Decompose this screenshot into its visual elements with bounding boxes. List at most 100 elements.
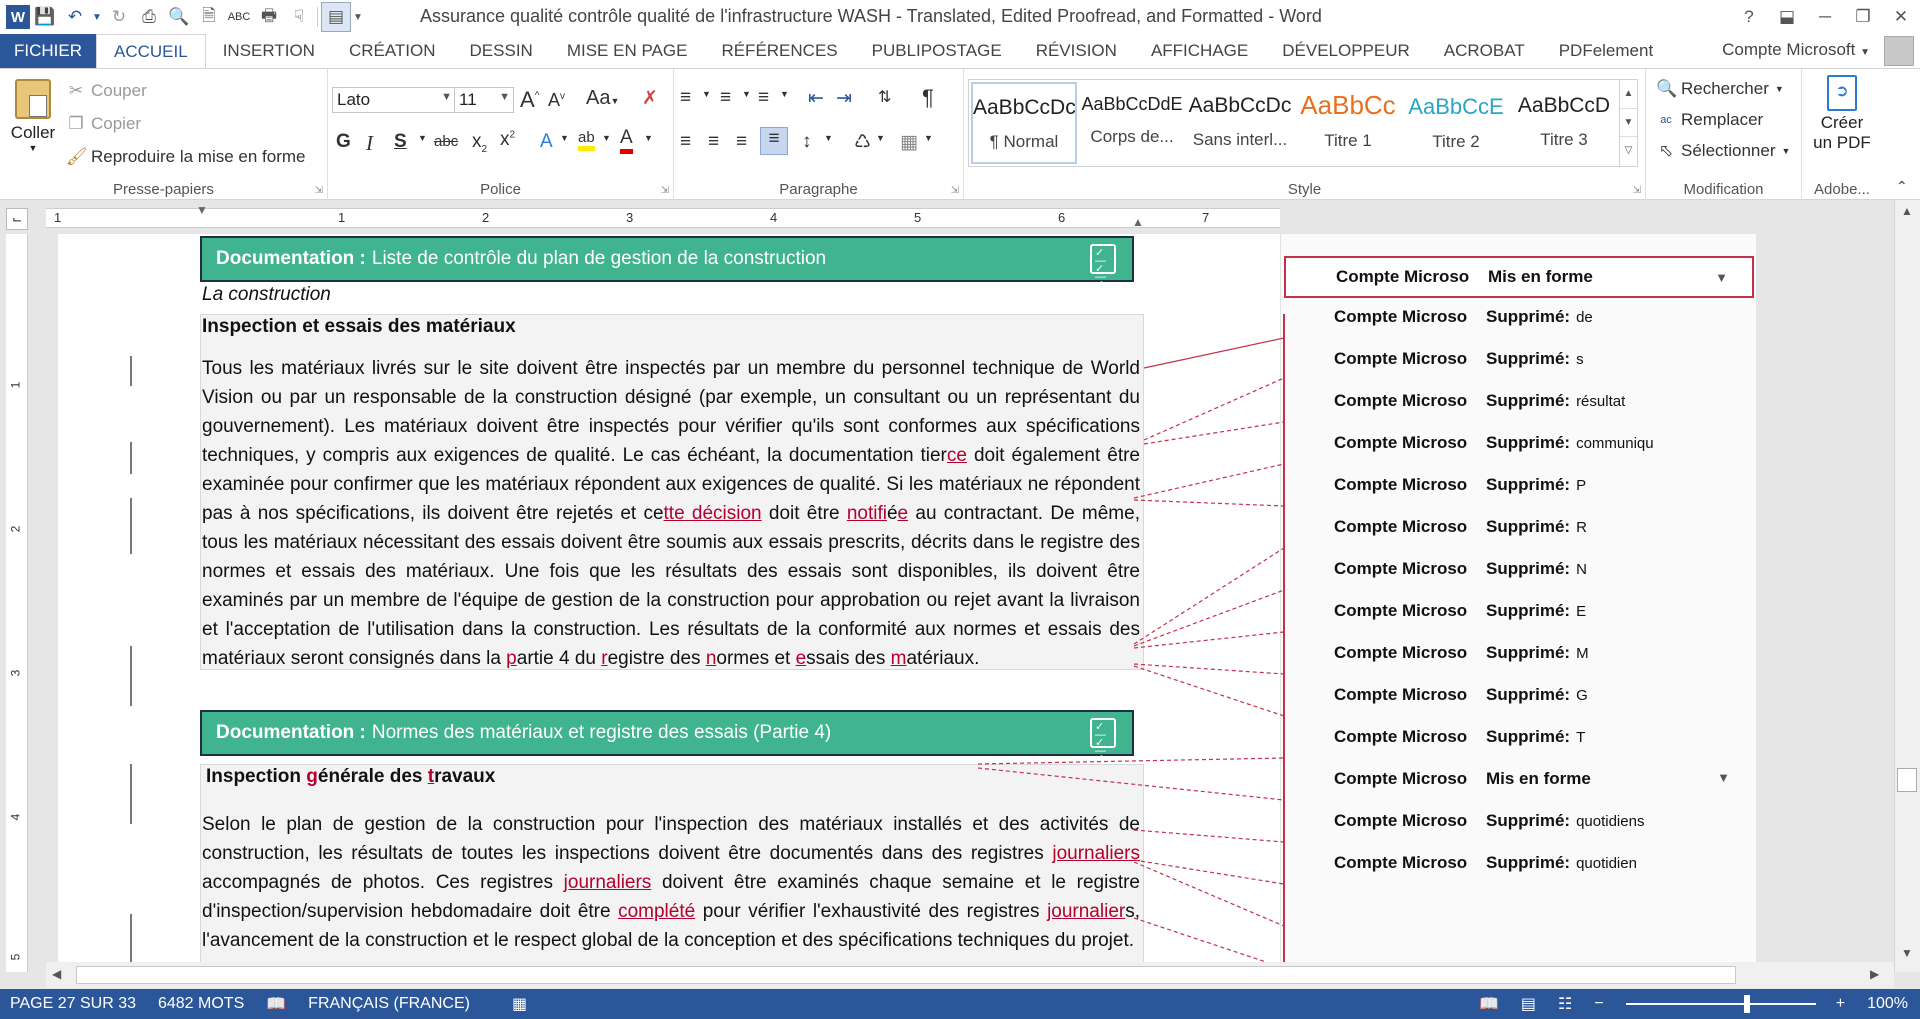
touch-mode-icon[interactable]: ☟ bbox=[284, 2, 314, 32]
subscript-icon[interactable]: x2 bbox=[472, 131, 487, 155]
chevron-down-icon[interactable]: ▼ bbox=[824, 133, 833, 143]
style-heading-1[interactable]: AaBbCc Titre 1 bbox=[1295, 82, 1401, 164]
revision-balloon[interactable]: Compte Microso Supprimé: s bbox=[1284, 338, 1754, 380]
help-button[interactable]: ? bbox=[1730, 0, 1768, 34]
revision-balloon[interactable]: Compte Microso Supprimé: résultat bbox=[1284, 380, 1754, 422]
tab-publipostage[interactable]: PUBLIPOSTAGE bbox=[855, 34, 1019, 68]
web-layout-icon[interactable]: ☷ bbox=[1558, 994, 1572, 1014]
scrollbar-thumb[interactable] bbox=[76, 966, 1736, 984]
style-heading-3[interactable]: AaBbCcD Titre 3 bbox=[1511, 82, 1617, 164]
gallery-scrollbar[interactable]: ▲ ▼ ▽ bbox=[1619, 80, 1637, 166]
chevron-down-icon[interactable]: ▼ bbox=[780, 89, 789, 99]
redo-icon[interactable]: ↻ bbox=[104, 2, 134, 32]
chevron-down-icon[interactable]: ▼ bbox=[644, 133, 653, 143]
macro-recording-icon[interactable]: ▦ bbox=[512, 994, 527, 1014]
shrink-font-icon[interactable]: Av bbox=[548, 90, 565, 111]
copy-button[interactable]: ❐ Copier bbox=[66, 114, 141, 134]
highlight-color-icon[interactable]: ab bbox=[578, 129, 595, 151]
dialog-launcher-icon[interactable]: ⇲ bbox=[315, 185, 323, 196]
tab-insertion[interactable]: INSERTION bbox=[206, 34, 332, 68]
style-body-text[interactable]: AaBbCcDdE Corps de... bbox=[1079, 82, 1185, 164]
grow-font-icon[interactable]: A^ bbox=[520, 87, 539, 113]
scrollbar-thumb[interactable] bbox=[1897, 768, 1917, 792]
chevron-down-icon[interactable]: ▼ bbox=[702, 89, 711, 99]
chevron-down-icon[interactable]: ▼ bbox=[1620, 108, 1637, 136]
body-paragraph[interactable]: Selon le plan de gestion de la construct… bbox=[202, 810, 1140, 955]
zoom-out-button[interactable]: − bbox=[1594, 995, 1603, 1013]
scroll-right-icon[interactable]: ▶ bbox=[1870, 967, 1879, 981]
undo-dropdown-icon[interactable]: ▼ bbox=[90, 2, 104, 32]
revision-balloon[interactable]: Compte Microso Supprimé: communiqu bbox=[1284, 422, 1754, 464]
style-no-spacing[interactable]: AaBbCcDc Sans interl... bbox=[1187, 82, 1293, 164]
chevron-up-icon[interactable]: ▲ bbox=[1620, 80, 1637, 108]
chevron-down-icon[interactable]: ▼ bbox=[418, 133, 427, 143]
vertical-scrollbar[interactable]: ▲ ▼ bbox=[1894, 200, 1920, 972]
numbering-icon[interactable]: ≡ bbox=[720, 87, 731, 109]
align-right-icon[interactable]: ≡ bbox=[736, 131, 747, 153]
align-center-icon[interactable]: ≡ bbox=[708, 131, 719, 153]
zoom-slider-thumb[interactable] bbox=[1743, 995, 1750, 1013]
print-layout-icon[interactable]: ▤ bbox=[1521, 994, 1536, 1014]
tab-revision[interactable]: RÉVISION bbox=[1019, 34, 1134, 68]
account-name[interactable]: Compte Microsoft ▼ bbox=[1722, 40, 1870, 60]
quick-print-icon[interactable]: 🖶 bbox=[254, 2, 284, 32]
revision-balloon[interactable]: Compte Microso Supprimé: T bbox=[1284, 716, 1754, 758]
chevron-down-icon[interactable]: ▼ bbox=[602, 133, 611, 143]
word-logo-icon[interactable]: W bbox=[6, 5, 30, 29]
sort-icon[interactable]: ⇅ bbox=[878, 87, 891, 107]
style-normal[interactable]: AaBbCcDc ¶ Normal bbox=[971, 82, 1077, 164]
tab-selector-icon[interactable]: ⌙ bbox=[6, 208, 28, 230]
document-page[interactable]: Documentation : Liste de contrôle du pla… bbox=[58, 234, 1756, 972]
undo-icon[interactable]: ↶ bbox=[60, 2, 90, 32]
tab-references[interactable]: RÉFÉRENCES bbox=[704, 34, 854, 68]
revision-balloon[interactable]: Compte Microso Supprimé: quotidiens bbox=[1284, 800, 1754, 842]
page-count[interactable]: PAGE 27 SUR 33 bbox=[10, 995, 136, 1013]
chevron-down-icon[interactable]: ▼ bbox=[924, 133, 933, 143]
proofing-icon[interactable]: 📖 bbox=[266, 994, 286, 1014]
replace-button[interactable]: ac Remplacer bbox=[1656, 110, 1763, 130]
body-paragraph[interactable]: Tous les matériaux livrés sur le site do… bbox=[202, 354, 1140, 673]
cut-button[interactable]: ✂ Couper bbox=[66, 81, 147, 101]
chevron-down-icon[interactable]: ▼ bbox=[560, 133, 569, 143]
word-count[interactable]: 6482 MOTS bbox=[158, 995, 244, 1013]
language-indicator[interactable]: FRANÇAIS (FRANCE) bbox=[308, 995, 470, 1013]
font-family-combo[interactable]: Lato ▼ bbox=[332, 87, 456, 113]
dialog-launcher-icon[interactable]: ⇲ bbox=[951, 185, 959, 196]
multilevel-list-icon[interactable]: ≡ bbox=[758, 87, 769, 109]
revision-balloon[interactable]: Compte Microso Supprimé: E bbox=[1284, 590, 1754, 632]
scroll-down-icon[interactable]: ▼ bbox=[1901, 946, 1913, 960]
show-formatting-icon[interactable]: ¶ bbox=[922, 85, 934, 111]
bold-icon[interactable]: G bbox=[336, 131, 351, 153]
tab-accueil[interactable]: ACCUEIL bbox=[96, 34, 206, 68]
read-mode-icon[interactable]: 📖 bbox=[1479, 994, 1499, 1014]
spelling-icon[interactable]: ABC bbox=[224, 2, 254, 32]
tab-developpeur[interactable]: DÉVELOPPEUR bbox=[1265, 34, 1427, 68]
justify-icon[interactable]: ≡ bbox=[760, 127, 788, 155]
horizontal-scrollbar[interactable]: ◀ ▶ bbox=[46, 962, 1894, 988]
avatar[interactable] bbox=[1884, 36, 1914, 66]
align-left-icon[interactable]: ≡ bbox=[680, 131, 691, 153]
new-document-icon[interactable]: 🗎 bbox=[194, 2, 224, 32]
chevron-down-icon[interactable]: ▼ bbox=[876, 133, 885, 143]
more-styles-icon[interactable]: ▽ bbox=[1620, 136, 1637, 164]
tab-creation[interactable]: CRÉATION bbox=[332, 34, 453, 68]
revision-balloon[interactable]: Compte Microso Supprimé: P bbox=[1284, 464, 1754, 506]
revision-balloon[interactable]: Compte Microso Mis en forme ▼ bbox=[1284, 758, 1754, 800]
tab-fichier[interactable]: FICHIER bbox=[0, 34, 96, 68]
format-painter-button[interactable]: 🖌 Reproduire la mise en forme bbox=[66, 147, 305, 167]
tab-acrobat[interactable]: ACROBAT bbox=[1427, 34, 1542, 68]
scroll-left-icon[interactable]: ◀ bbox=[52, 967, 61, 981]
change-case-button[interactable]: Aa▼ bbox=[586, 87, 619, 110]
shading-icon[interactable]: ♺ bbox=[854, 131, 871, 154]
revision-balloon[interactable]: Compte Microso Supprimé: R bbox=[1284, 506, 1754, 548]
borders-icon[interactable]: ▦ bbox=[900, 131, 918, 154]
ribbon-display-options-icon[interactable]: ⬓ bbox=[1768, 0, 1806, 34]
revision-balloon[interactable]: Compte Microso Supprimé: M bbox=[1284, 632, 1754, 674]
superscript-icon[interactable]: x2 bbox=[500, 129, 515, 151]
chevron-down-icon[interactable]: ▼ bbox=[1717, 770, 1730, 785]
revision-balloon[interactable]: Compte Microso Supprimé: G bbox=[1284, 674, 1754, 716]
vertical-ruler[interactable]: 1 2 3 4 5 bbox=[6, 234, 28, 972]
revision-balloon[interactable]: Compte Microso Supprimé: de bbox=[1284, 296, 1754, 338]
zoom-in-button[interactable]: + bbox=[1836, 995, 1845, 1013]
close-button[interactable]: ✕ bbox=[1882, 0, 1920, 34]
